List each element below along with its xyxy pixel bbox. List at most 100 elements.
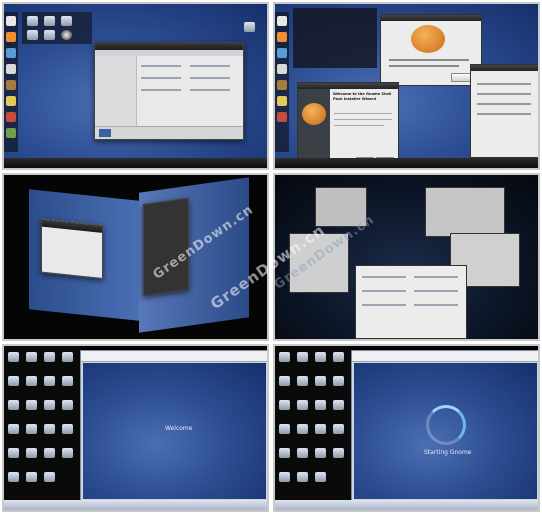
dock-app-icon[interactable] <box>6 128 16 138</box>
vm-titlebar[interactable] <box>81 351 267 362</box>
dock-app-icon[interactable] <box>277 32 287 42</box>
dock-app-icon[interactable] <box>277 48 287 58</box>
dock-app-icon[interactable] <box>6 112 16 122</box>
file-item[interactable] <box>141 89 181 91</box>
starting-text: Starting Gnome <box>424 449 472 456</box>
folder-icon[interactable] <box>26 448 37 458</box>
dock-app-icon[interactable] <box>277 80 287 90</box>
file-item[interactable] <box>190 77 230 79</box>
folder-icon[interactable] <box>279 448 290 458</box>
folder-icon[interactable] <box>315 424 326 434</box>
folder-icon[interactable] <box>61 16 72 26</box>
folder-icon[interactable] <box>44 30 55 40</box>
file-item[interactable] <box>141 77 181 79</box>
control-item <box>414 290 458 292</box>
folder-icon[interactable] <box>297 400 308 410</box>
file-item[interactable] <box>141 65 181 67</box>
installer-text <box>334 125 384 126</box>
dock-app-icon[interactable] <box>6 96 16 106</box>
folder-icon[interactable] <box>62 352 73 362</box>
property-row <box>477 113 531 115</box>
folder-icon[interactable] <box>279 400 290 410</box>
status-bar <box>95 126 243 139</box>
folder-icon[interactable] <box>44 472 55 482</box>
disc-icon[interactable] <box>61 30 72 40</box>
folder-icon[interactable] <box>26 424 37 434</box>
screenshot-panel-compiz-cube: GreenDown.cn <box>2 173 269 341</box>
folder-icon[interactable] <box>8 448 19 458</box>
folder-icon[interactable] <box>26 472 37 482</box>
folder-icon[interactable] <box>44 16 55 26</box>
folder-icon[interactable] <box>333 376 344 386</box>
folder-icon[interactable] <box>8 376 19 386</box>
window-titlebar[interactable] <box>381 15 481 21</box>
folder-icon[interactable] <box>297 376 308 386</box>
installer-title: Welcome to the Gnome Shell Pack Installe… <box>333 92 392 101</box>
folder-icon[interactable] <box>44 448 55 458</box>
dock-app-icon[interactable] <box>6 80 16 90</box>
folder-icon[interactable] <box>44 424 55 434</box>
side-dock <box>275 12 289 152</box>
folder-icon[interactable] <box>44 400 55 410</box>
app-grid <box>293 8 377 68</box>
dock-app-icon[interactable] <box>277 112 287 122</box>
folder-icon[interactable] <box>315 400 326 410</box>
control-item <box>362 290 406 292</box>
dock-app-icon[interactable] <box>6 48 16 58</box>
folder-icon[interactable] <box>62 376 73 386</box>
dock-app-icon[interactable] <box>6 32 16 42</box>
folder-icon[interactable] <box>333 400 344 410</box>
folder-icon[interactable] <box>8 424 19 434</box>
folder-icon[interactable] <box>315 448 326 458</box>
control-panel-thumbnail[interactable] <box>355 265 467 339</box>
folder-icon[interactable] <box>44 352 55 362</box>
dock-app-icon[interactable] <box>277 16 287 26</box>
window-thumbnail[interactable] <box>425 187 505 237</box>
folder-icon[interactable] <box>279 376 290 386</box>
window-titlebar[interactable] <box>95 43 243 50</box>
folder-icon[interactable] <box>26 352 37 362</box>
dock-app-icon[interactable] <box>6 16 16 26</box>
folder-icon[interactable] <box>62 448 73 458</box>
folder-icon[interactable] <box>8 472 19 482</box>
folder-icon[interactable] <box>26 400 37 410</box>
installer-text <box>334 119 392 120</box>
installer-window: Welcome to the Gnome Shell Pack Installe… <box>297 82 399 168</box>
dock-app-icon[interactable] <box>277 64 287 74</box>
folder-icon[interactable] <box>315 472 326 482</box>
folder-icon[interactable] <box>297 352 308 362</box>
folder-icon[interactable] <box>297 448 308 458</box>
folder-icon[interactable] <box>297 472 308 482</box>
side-dock <box>4 12 18 152</box>
dock-app-icon[interactable] <box>6 64 16 74</box>
file-item[interactable] <box>190 89 230 91</box>
folder-icon[interactable] <box>333 424 344 434</box>
vm-titlebar[interactable] <box>352 351 538 362</box>
about-text <box>389 65 459 67</box>
drive-icon <box>99 129 111 137</box>
property-row <box>477 83 531 85</box>
folder-icon[interactable] <box>333 352 344 362</box>
folder-icon[interactable] <box>279 424 290 434</box>
computer-icon[interactable] <box>244 22 255 32</box>
folder-icon[interactable] <box>27 30 38 40</box>
folder-icon[interactable] <box>315 376 326 386</box>
desktop-icon-group <box>22 12 92 44</box>
folder-icon[interactable] <box>279 472 290 482</box>
folder-icon[interactable] <box>8 400 19 410</box>
folder-icon[interactable] <box>297 424 308 434</box>
computer-icon[interactable] <box>279 352 290 362</box>
folder-icon[interactable] <box>26 376 37 386</box>
property-row <box>477 93 531 95</box>
computer-icon[interactable] <box>27 16 38 26</box>
folder-icon[interactable] <box>62 424 73 434</box>
folder-icon[interactable] <box>315 352 326 362</box>
folder-icon[interactable] <box>44 376 55 386</box>
window-titlebar[interactable] <box>471 65 538 71</box>
dock-app-icon[interactable] <box>277 96 287 106</box>
control-item <box>362 304 406 306</box>
file-item[interactable] <box>190 65 230 67</box>
folder-icon[interactable] <box>333 448 344 458</box>
folder-icon[interactable] <box>62 400 73 410</box>
computer-icon[interactable] <box>8 352 19 362</box>
